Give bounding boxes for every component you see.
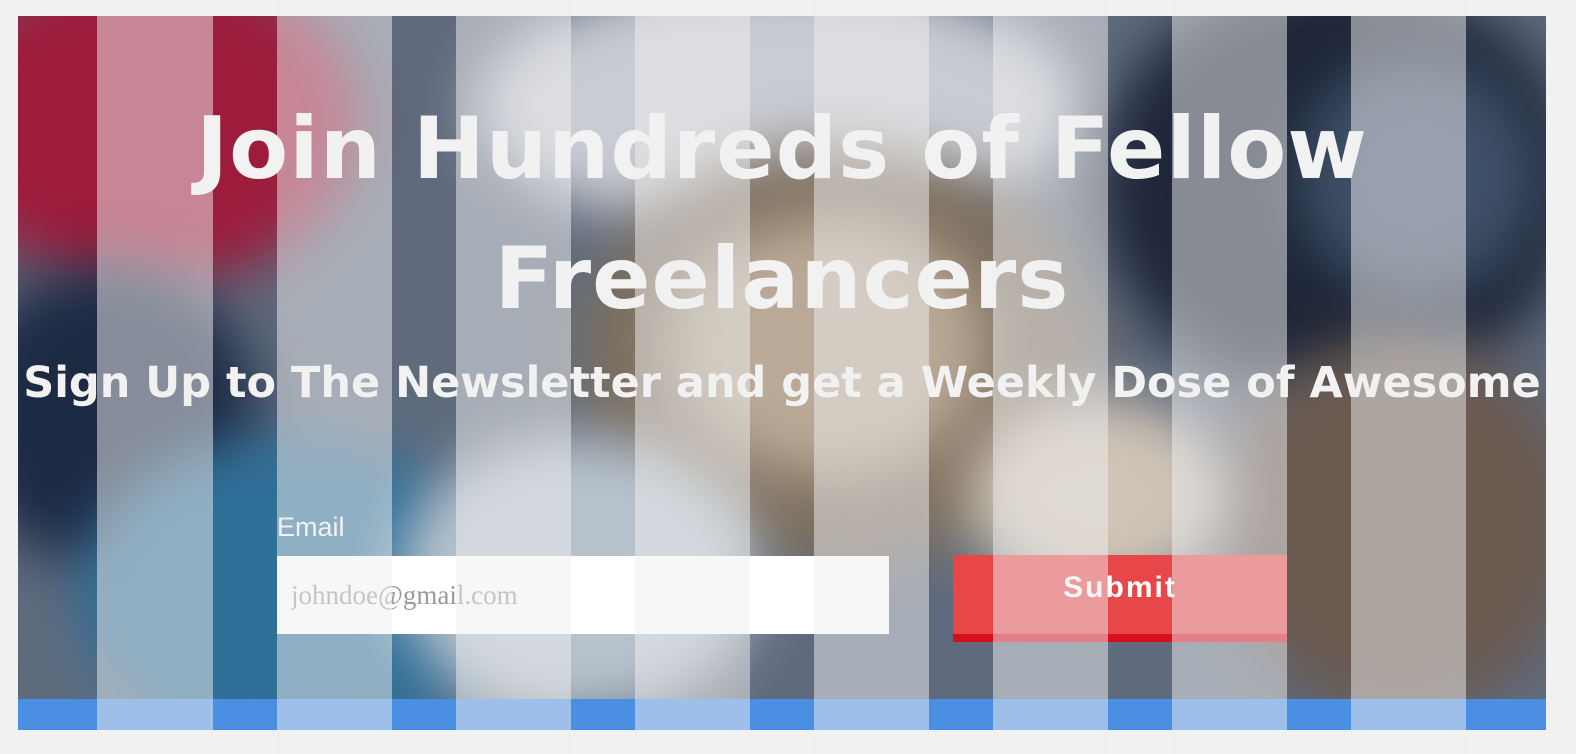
email-label: Email <box>277 512 345 542</box>
hero-bottom-bar <box>18 699 1546 730</box>
email-input[interactable] <box>277 556 889 634</box>
hero-title: Join Hundreds of Fellow Freelancers <box>196 99 1368 329</box>
hero-subtitle: Sign Up to The Newsletter and get a Week… <box>23 358 1541 408</box>
submit-button[interactable]: Submit <box>953 555 1287 642</box>
